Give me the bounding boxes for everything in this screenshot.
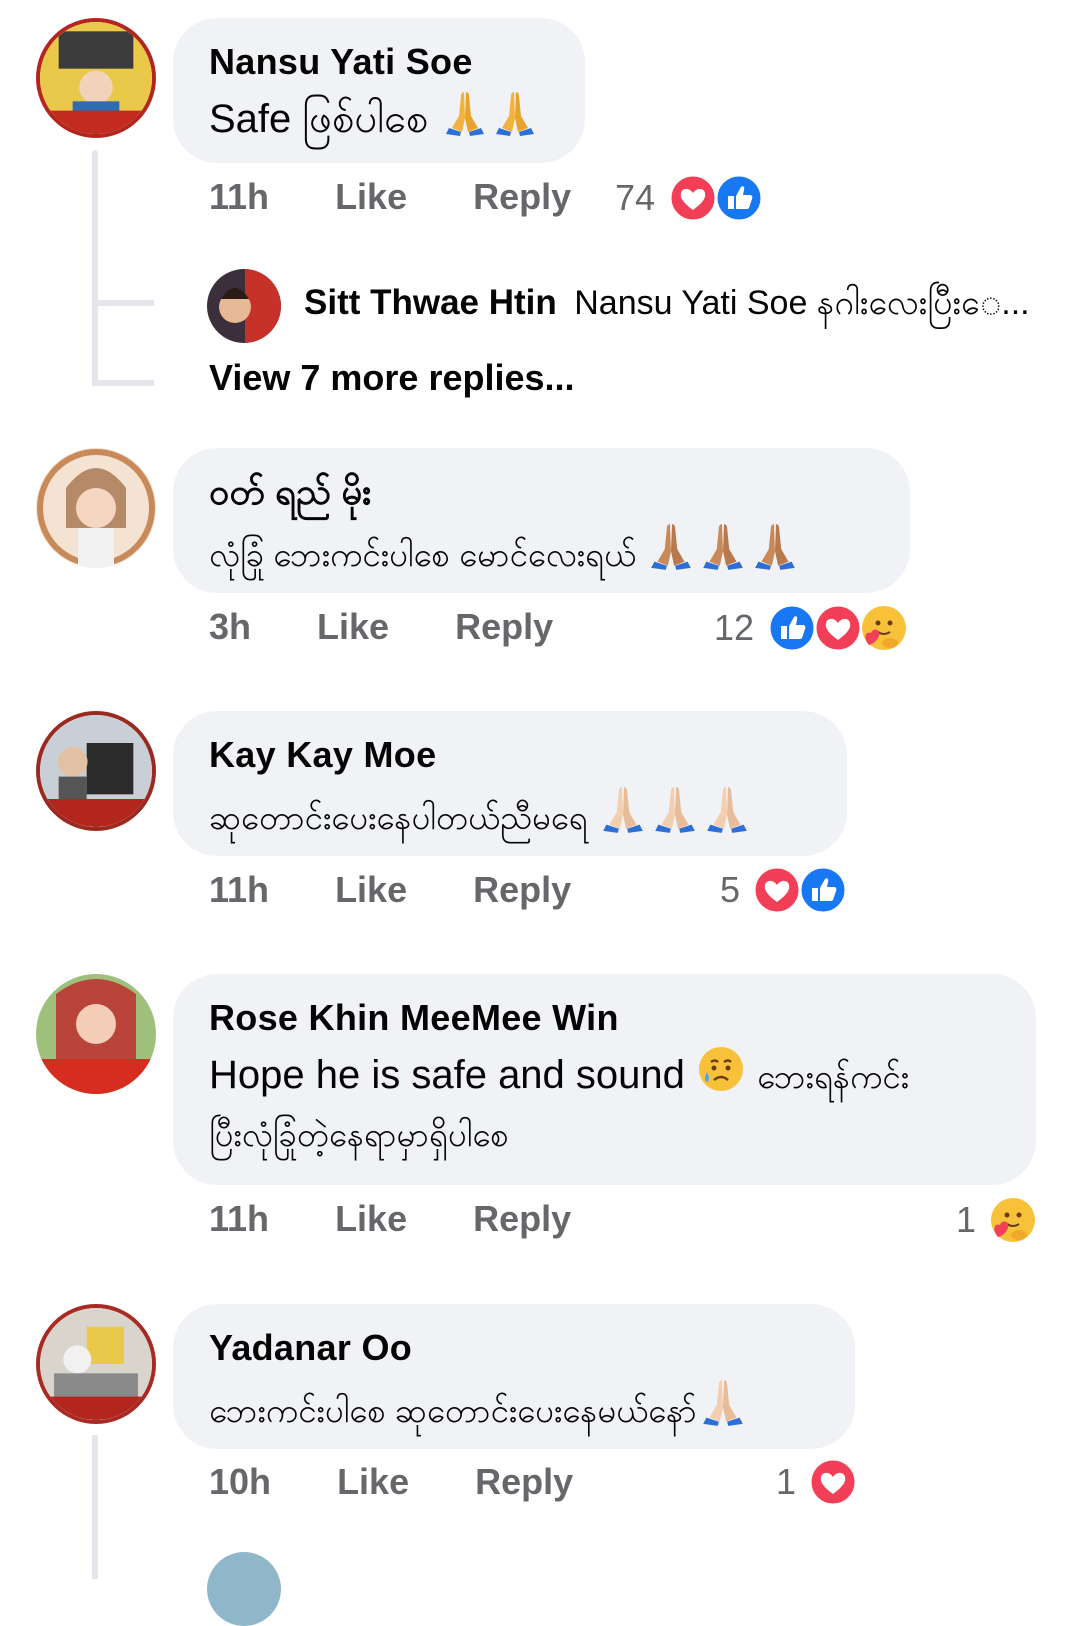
reaction-summary[interactable]: 1 [776,1456,858,1508]
comment-meta: 10h Like Reply [209,1460,573,1504]
comment-time[interactable]: 10h [209,1461,271,1502]
view-more-replies-button[interactable]: View 7 more replies... [209,356,575,400]
comment-text: ဘေးကင်းပါစေ ဆုတောင်းပေးနေမယ်နော် [209,1376,819,1437]
reaction-count: 1 [956,1199,977,1240]
like-button[interactable]: Like [337,1461,409,1502]
reaction-summary[interactable]: 12 [714,602,909,654]
reply-button[interactable]: Reply [473,869,571,910]
reply-button[interactable]: Reply [473,176,571,217]
thread-line [92,150,98,385]
love-icon [808,1457,858,1507]
comment-text: လုံခြုံ ဘေးကင်းပါစေ မောင်လေးရယ် [209,520,874,581]
avatar[interactable] [36,711,156,831]
thread-line [92,1435,98,1579]
comment-text-content: လုံခြုံ ဘေးကင်းပါစေ မောင်လေးရယ် [209,536,637,573]
avatar[interactable] [36,1304,156,1424]
avatar[interactable] [36,18,156,138]
comment-text-content: ဆုတောင်းပေးနေပါတယ်ညီမရေ [209,799,588,836]
love-icon [752,865,802,915]
comment-text: Safe ဖြစ်ပါစေ [209,88,549,147]
care-icon [859,603,909,653]
avatar[interactable] [36,974,156,1094]
comment-text-content: Safe ဖြစ်ပါစေ [209,97,429,141]
reply-button[interactable]: Reply [455,606,553,647]
reaction-summary[interactable]: 74 [615,172,764,224]
comment-time[interactable]: 11h [209,1198,269,1239]
comment-bubble[interactable]: Kay Kay Moe ဆုတောင်းပေးနေပါတယ်ညီမရေ [173,711,847,856]
reaction-count: 1 [776,1461,797,1502]
like-icon [714,173,764,223]
comment-author[interactable]: Rose Khin MeeMee Win [209,996,1000,1040]
reply-preview[interactable]: Sitt Thwae Htin Nansu Yati Soe နဂါးလေးပြ… [304,280,1030,331]
folded-hands-icon [701,783,753,835]
reaction-count: 74 [615,177,656,218]
care-icon [988,1195,1038,1245]
comment-time[interactable]: 11h [209,176,269,217]
crying-face-icon [696,1044,746,1094]
folded-hands-icon [697,520,749,572]
folded-hands-icon [597,783,649,835]
reply-button[interactable]: Reply [475,1461,573,1502]
comment-author[interactable]: Kay Kay Moe [209,733,811,777]
comment-author[interactable]: ဝတ် ရည် မိုး [209,470,874,514]
comment-text: Hope he is safe and sound ဘေးရန်ကင်း [209,1044,1000,1105]
like-icon [767,603,817,653]
comment-text-content: ဘေးရန်ကင်း [757,1058,909,1095]
folded-hands-icon [649,783,701,835]
like-button[interactable]: Like [335,1198,407,1239]
comment-meta: 11h Like Reply [209,175,571,219]
love-icon [813,603,863,653]
reply-author[interactable]: Sitt Thwae Htin [304,283,557,322]
comment-bubble[interactable]: Yadanar Oo ဘေးကင်းပါစေ ဆုတောင်းပေးနေမယ်န… [173,1304,855,1449]
comment-author[interactable]: Yadanar Oo [209,1326,819,1370]
folded-hands-icon [440,88,490,138]
comment-meta: 3h Like Reply [209,605,553,649]
folded-hands-icon [645,520,697,572]
comment-bubble[interactable]: Nansu Yati Soe Safe ဖြစ်ပါစေ [173,18,585,163]
comment-bubble[interactable]: Rose Khin MeeMee Win Hope he is safe and… [173,974,1036,1185]
reaction-count: 12 [714,607,755,648]
comment-time[interactable]: 11h [209,869,269,910]
comment-bubble[interactable]: ဝတ် ရည် မိုး လုံခြုံ ဘေးကင်းပါစေ မောင်လေ… [173,448,910,593]
comment-time[interactable]: 3h [209,606,251,647]
thread-branch [92,300,154,306]
like-icon [798,865,848,915]
folded-hands-icon [697,1376,749,1428]
comment-text: ဆုတောင်းပေးနေပါတယ်ညီမရေ [209,783,811,844]
folded-hands-icon [749,520,801,572]
comment-text-content: Hope he is safe and sound [209,1053,685,1097]
comment-author[interactable]: Nansu Yati Soe [209,40,549,84]
comment-text-line2: ပြီးလုံခြုံတဲ့နေရာမှာရှိပါစေ [209,1116,509,1153]
thread-branch [92,380,154,386]
reply-button[interactable]: Reply [473,1198,571,1239]
love-icon [668,173,718,223]
reaction-summary[interactable]: 5 [720,864,848,916]
like-button[interactable]: Like [317,606,389,647]
avatar[interactable] [207,1552,281,1626]
reaction-summary[interactable]: 1 [956,1194,1038,1246]
avatar[interactable] [207,269,281,343]
like-button[interactable]: Like [335,869,407,910]
reply-text: Nansu Yati Soe နဂါးလေးပြီးေ... [574,284,1030,322]
comment-text-content: ဘေးကင်းပါစေ ဆုတောင်းပေးနေမယ်နော် [209,1392,697,1429]
comment-meta: 11h Like Reply [209,868,571,912]
avatar[interactable] [36,448,156,568]
reaction-count: 5 [720,869,741,910]
like-button[interactable]: Like [335,176,407,217]
comment-meta: 11h Like Reply [209,1197,571,1241]
folded-hands-icon [490,88,540,138]
